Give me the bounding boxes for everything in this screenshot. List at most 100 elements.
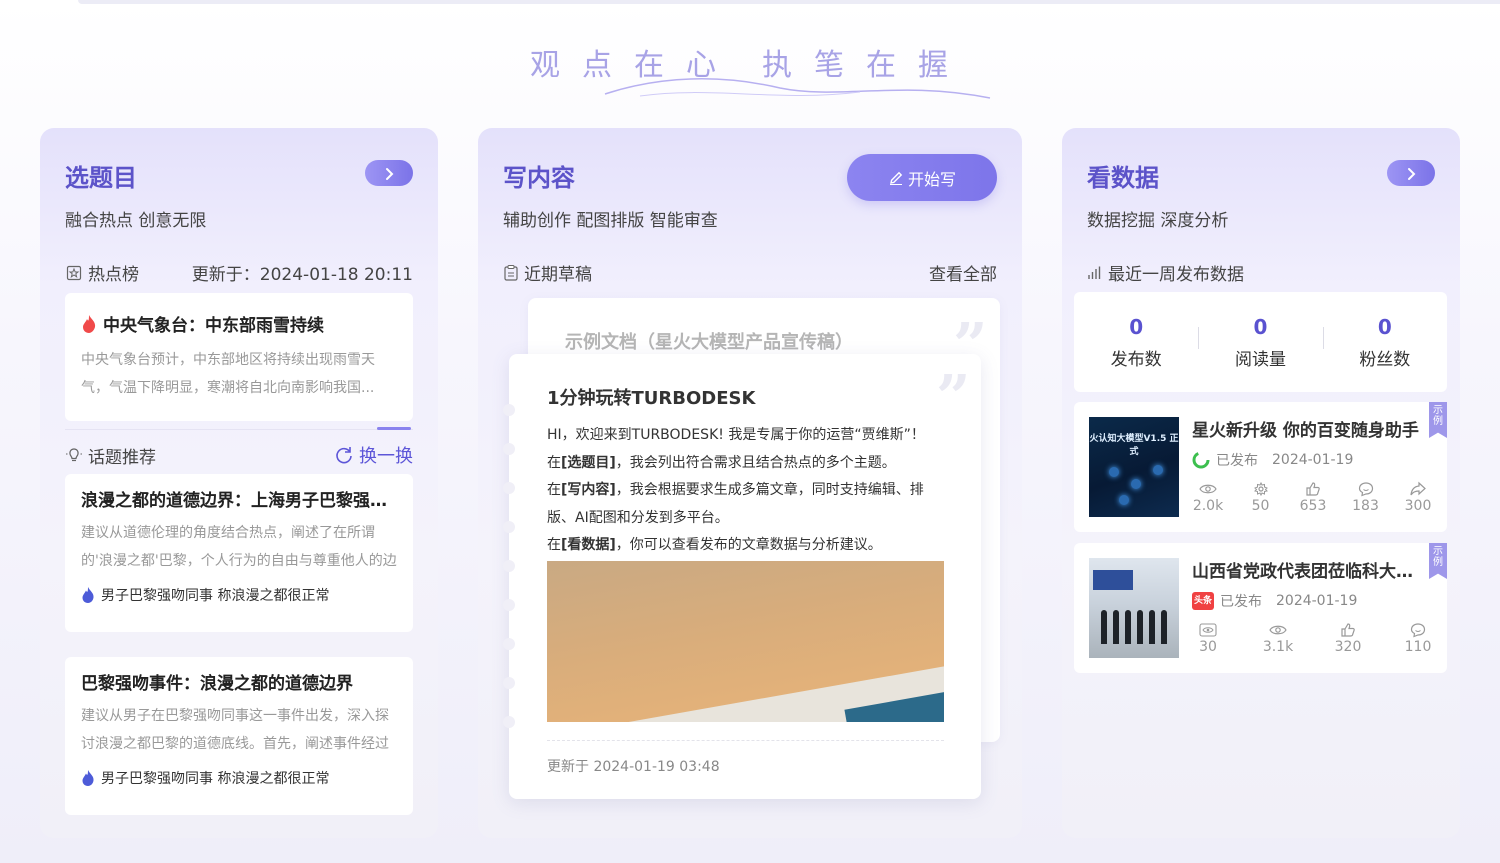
- flame-icon: [83, 314, 96, 333]
- toutiao-icon: 头条: [1192, 592, 1214, 610]
- chevron-right-icon: [1408, 167, 1416, 180]
- stat-reads: 0 阅读量: [1198, 315, 1322, 370]
- topic-tag: 男子巴黎强吻同事 称浪漫之都很正常: [101, 588, 330, 604]
- thumbs-up-icon: [1306, 482, 1320, 496]
- swoosh-decoration: [604, 78, 991, 99]
- start-writing-label: 开始写: [907, 169, 956, 189]
- post-status: 已发布: [1220, 594, 1262, 610]
- weekly-label: 最近一周发布数据: [1108, 265, 1244, 285]
- draft-line: HI，欢迎来到TURBODESK! 我是专属于你的运营“贾维斯”！: [547, 427, 925, 443]
- metric-exposure: 30: [1186, 621, 1230, 655]
- drafts-header: 近期草稿 查看全部: [503, 260, 997, 285]
- weekly-header: 最近一周发布数据: [1087, 260, 1435, 285]
- stats-panel: 0 发布数 0 阅读量 0 粉丝数: [1074, 292, 1447, 392]
- topic-item[interactable]: 浪漫之都的道德边界：上海男子巴黎强吻同事 建议从道德伦理的角度结合热点，阐述了在…: [65, 474, 413, 632]
- refresh-button[interactable]: 换一换: [334, 442, 413, 468]
- quote-icon: ”: [936, 363, 971, 433]
- metric-likes: 320: [1326, 621, 1370, 655]
- metric-views: 3.1k: [1256, 621, 1300, 655]
- post-thumbnail: 火认知大模型V1.5 正式: [1089, 417, 1179, 517]
- sample-ribbon: 示例: [1429, 543, 1447, 579]
- chevron-right-icon: [386, 167, 394, 180]
- eye-icon: [1199, 484, 1217, 494]
- write-title: 写内容: [503, 164, 575, 192]
- write-card: 写内容 开始写 辅助创作 配图排版 智能审查 近期草稿 查看全部 示例文档（星火…: [478, 128, 1022, 838]
- eye-icon: [1269, 625, 1287, 635]
- start-writing-button[interactable]: 开始写: [847, 154, 997, 201]
- topic-title: 巴黎强吻事件：浪漫之都的道德边界: [81, 674, 353, 694]
- refresh-label: 换一换: [359, 446, 413, 467]
- pencil-icon: [889, 171, 903, 185]
- draft-card-front[interactable]: ” 1分钟玩转TURBODESK HI，欢迎来到TURBODESK! 我是专属于…: [503, 354, 981, 799]
- draft-back-title: 示例文档（星火大模型产品宣传稿）: [565, 332, 853, 353]
- share-icon: [1410, 481, 1426, 496]
- draft-line: 在[看数据]，你可以查看发布的文章数据与分析建议。: [547, 537, 882, 553]
- post-status: 已发布: [1216, 453, 1258, 469]
- flame-icon: [82, 770, 94, 786]
- view-all-link[interactable]: 查看全部: [929, 260, 997, 285]
- metric-comments: 183: [1344, 480, 1388, 514]
- hot-item-title: 中央气象台：中东部雨雪持续: [103, 316, 324, 336]
- data-subtitle: 数据挖掘 深度分析: [1087, 211, 1229, 231]
- binder-holes: [503, 404, 515, 755]
- topic-item[interactable]: 巴黎强吻事件：浪漫之都的道德边界 建议从男子在巴黎强吻同事这一事件出发，深入探讨…: [65, 657, 413, 815]
- bar-chart-icon: [1088, 266, 1101, 279]
- drafts-label: 近期草稿: [524, 265, 592, 285]
- hot-list-label: 热点榜: [88, 265, 139, 285]
- eye-box-icon: [1199, 623, 1217, 637]
- post-title: 山西省党政代表团莅临科大讯飞: [1192, 562, 1427, 582]
- post-title: 星火新升级 你的百变随身助手: [1192, 421, 1419, 441]
- draft-line: 在[写内容]，我会根据要求生成多篇文章，同时支持编辑、排版、AI配图和分发到多平…: [547, 482, 924, 526]
- data-arrow-button[interactable]: [1387, 160, 1435, 186]
- metric-comments: 110: [1396, 621, 1440, 655]
- draft-body: HI，欢迎来到TURBODESK! 我是专属于你的运营“贾维斯”！ 在[选题目]…: [547, 422, 947, 560]
- flame-icon: [82, 587, 94, 603]
- gear-icon: [1253, 482, 1268, 496]
- draft-line: 在[选题目]，我会列出符合需求且结合热点的多个主题。: [547, 454, 896, 471]
- topic-title: 浪漫之都的道德边界：上海男子巴黎强吻同事: [81, 491, 397, 511]
- stat-publish: 0 发布数: [1110, 314, 1162, 370]
- refresh-icon: [336, 447, 352, 464]
- data-card: 看数据 数据挖掘 深度分析 最近一周发布数据 0 发布数 0 阅读量 0 粉丝数…: [1062, 128, 1460, 838]
- post-date: 2024-01-19: [1272, 452, 1354, 468]
- top-bar: [78, 0, 1500, 4]
- topics-title: 选题目: [65, 164, 137, 192]
- draft-image: [547, 561, 944, 722]
- post-date: 2024-01-19: [1276, 593, 1358, 609]
- metric-settings: 50: [1239, 480, 1283, 514]
- recommend-label: 话题推荐: [88, 447, 156, 468]
- hot-list-updated: 更新于：2024-01-18 20:11: [191, 265, 413, 285]
- write-subtitle: 辅助创作 配图排版 智能审查: [503, 211, 718, 231]
- topics-arrow-button[interactable]: [365, 160, 413, 186]
- topic-desc: 建议从道德伦理的角度结合热点，阐述了在所谓的'浪漫之都'巴黎，个人行为的自由与尊…: [81, 525, 397, 569]
- sample-ribbon: 示例: [1429, 402, 1447, 438]
- published-post[interactable]: 山西省党政代表团莅临科大讯飞 头条 已发布 2024-01-19 30 3.1k…: [1074, 543, 1447, 673]
- hot-item-card[interactable]: 中央气象台：中东部雨雪持续 中央气象台预计，中东部地区将持续出现雨雪天气，气温下…: [65, 293, 413, 421]
- topic-desc: 建议从男子在巴黎强吻同事这一事件出发，深入探讨浪漫之都巴黎的道德底线。首先，阐述…: [81, 708, 389, 752]
- lightbulb-icon: [66, 448, 82, 462]
- draft-updated: 更新于 2024-01-19 03:48: [547, 759, 720, 775]
- carousel-indicator[interactable]: [377, 427, 411, 430]
- comment-icon: [1358, 482, 1373, 497]
- data-title: 看数据: [1087, 164, 1159, 192]
- metric-views: 2.0k: [1186, 480, 1230, 514]
- post-thumbnail: [1089, 558, 1179, 658]
- divider: [547, 740, 944, 741]
- hot-item-desc: 中央气象台预计，中东部地区将持续出现雨雪天气，气温下降明显，寒潮将自北向南影响我…: [81, 352, 375, 396]
- hot-list-header: 热点榜 更新于：2024-01-18 20:11: [65, 260, 413, 285]
- published-post[interactable]: 火认知大模型V1.5 正式 星火新升级 你的百变随身助手 已发布 2024-01…: [1074, 402, 1447, 532]
- topics-subtitle: 融合热点 创意无限: [65, 211, 207, 231]
- comment-icon: [1410, 623, 1426, 638]
- hot-list-icon: [66, 265, 82, 280]
- wechat-icon: [1192, 451, 1210, 469]
- topics-card: 选题目 融合热点 创意无限 热点榜 更新于：2024-01-18 20:11 中…: [40, 128, 438, 838]
- stat-fans: 0 粉丝数: [1322, 315, 1447, 370]
- draft-title: 1分钟玩转TURBODESK: [547, 388, 756, 409]
- clipboard-icon: [504, 264, 518, 281]
- topic-tag: 男子巴黎强吻同事 称浪漫之都很正常: [101, 771, 330, 787]
- metric-likes: 653: [1291, 480, 1335, 514]
- thumbs-up-icon: [1341, 623, 1355, 637]
- metric-shares: 300: [1396, 480, 1440, 514]
- recommend-header: 话题推荐 换一换: [65, 442, 413, 468]
- carousel-track: [65, 429, 413, 430]
